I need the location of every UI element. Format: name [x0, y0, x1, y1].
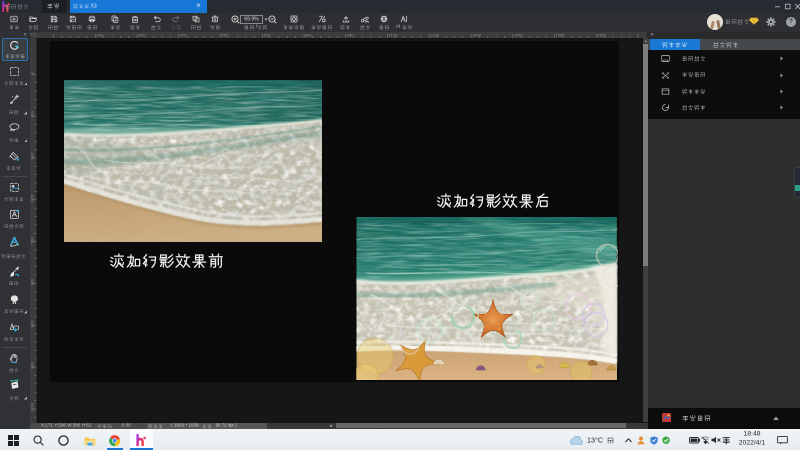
svg-text:420: 420: [30, 194, 34, 201]
svg-text:1680: 1680: [556, 32, 566, 37]
svg-text:980: 980: [30, 361, 34, 368]
svg-text:840: 840: [305, 32, 312, 37]
svg-text:420: 420: [180, 32, 187, 37]
svg-text:1260: 1260: [430, 32, 440, 37]
svg-text:560: 560: [222, 32, 229, 37]
svg-text:1820: 1820: [597, 32, 607, 37]
svg-text:700: 700: [30, 278, 34, 285]
svg-text:1120: 1120: [30, 402, 34, 411]
svg-text:140: 140: [30, 110, 34, 117]
svg-text:1120: 1120: [389, 32, 398, 37]
svg-text:980: 980: [347, 32, 354, 37]
svg-text:560: 560: [30, 236, 34, 243]
svg-text:280: 280: [138, 32, 145, 37]
svg-text:840: 840: [30, 319, 34, 326]
svg-text:700: 700: [263, 32, 270, 37]
svg-text:140: 140: [96, 32, 103, 37]
svg-text:1540: 1540: [514, 32, 524, 37]
svg-text:1400: 1400: [472, 32, 482, 37]
svg-text:280: 280: [30, 152, 34, 159]
